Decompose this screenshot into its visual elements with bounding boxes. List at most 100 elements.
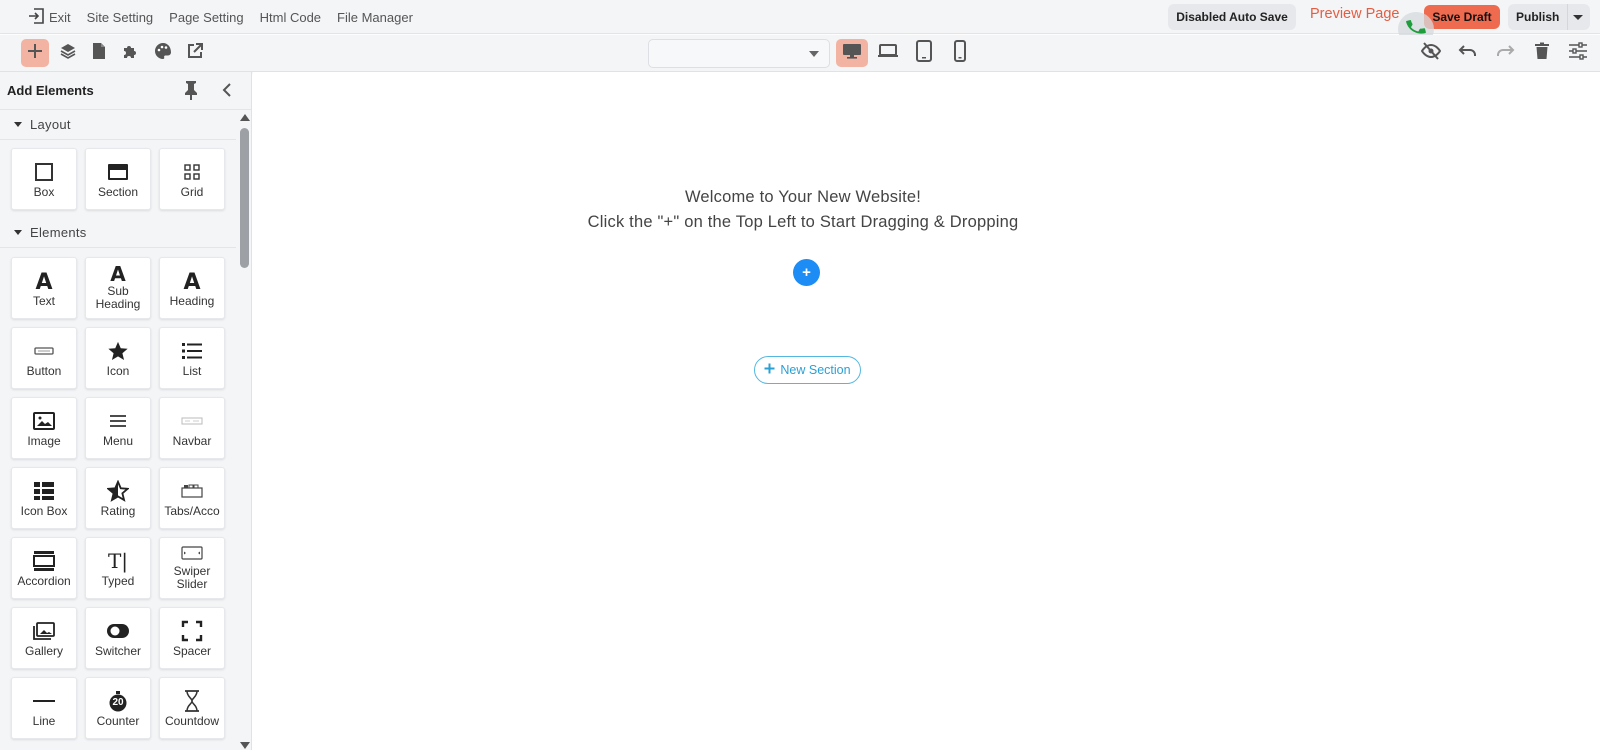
element-label: Typed xyxy=(101,575,135,588)
typed-icon: T| xyxy=(107,549,129,573)
element-section[interactable]: Section xyxy=(85,148,151,210)
publish-button[interactable]: Publish xyxy=(1508,4,1590,30)
element-gallery[interactable]: Gallery xyxy=(11,607,77,669)
element-label: Text xyxy=(32,295,55,308)
element-text[interactable]: A Text xyxy=(11,257,77,319)
publish-divider xyxy=(1567,4,1568,30)
save-draft-button[interactable]: Save Draft xyxy=(1424,5,1500,29)
top-menu-bar: Exit Site Setting Page Setting Html Code… xyxy=(0,0,1600,46)
element-accordion[interactable]: Accordion xyxy=(11,537,77,599)
navbar-icon xyxy=(181,410,203,432)
exit-icon xyxy=(28,7,46,27)
menu-html-code[interactable]: Html Code xyxy=(260,10,321,25)
hide-icon xyxy=(1420,41,1442,65)
gallery-icon xyxy=(33,620,55,642)
device-desktop-button[interactable] xyxy=(836,39,868,67)
element-line[interactable]: Line xyxy=(11,677,77,739)
device-laptop-button[interactable] xyxy=(872,39,904,67)
element-tabs[interactable]: Tabs/Acco xyxy=(159,467,225,529)
pin-icon[interactable] xyxy=(182,80,200,105)
counter-icon: 20 xyxy=(107,690,129,712)
menu-site-setting[interactable]: Site Setting xyxy=(87,10,154,25)
svg-text:A: A xyxy=(183,270,200,292)
element-list[interactable]: List xyxy=(159,327,225,389)
device-mobile-button[interactable] xyxy=(944,39,976,67)
new-section-button[interactable]: New Section xyxy=(754,356,861,384)
layout-section-header[interactable]: Layout xyxy=(0,110,236,140)
add-element-button[interactable]: + xyxy=(793,259,820,286)
settings-button[interactable] xyxy=(1564,39,1592,67)
scroll-thumb[interactable] xyxy=(240,128,249,268)
element-counter[interactable]: 20 Counter xyxy=(85,677,151,739)
menu-page-setting[interactable]: Page Setting xyxy=(169,10,243,25)
panel-scrollbar[interactable] xyxy=(238,110,251,750)
disabled-auto-save-button[interactable]: Disabled Auto Save xyxy=(1168,4,1296,30)
element-label: Grid xyxy=(180,186,204,199)
publish-dropdown-icon[interactable] xyxy=(1570,10,1586,24)
element-switcher[interactable]: Switcher xyxy=(85,607,151,669)
publish-label: Publish xyxy=(1516,10,1560,24)
element-box[interactable]: Box xyxy=(11,148,77,210)
exit-button[interactable]: Exit xyxy=(28,7,71,27)
redo-button[interactable] xyxy=(1491,39,1519,67)
add-elements-button[interactable] xyxy=(21,39,49,67)
image-icon xyxy=(33,410,55,432)
element-label: Image xyxy=(27,435,61,448)
pages-button[interactable] xyxy=(85,39,113,67)
add-elements-panel: Add Elements Layout Box Section Grid Ele… xyxy=(0,72,252,750)
mobile-icon xyxy=(953,39,967,67)
element-swiper-slider[interactable]: Swiper Slider xyxy=(159,537,225,599)
menu-file-manager[interactable]: File Manager xyxy=(337,10,413,25)
element-button[interactable]: Button xyxy=(11,327,77,389)
button-icon xyxy=(34,340,54,362)
element-navbar[interactable]: Navbar xyxy=(159,397,225,459)
element-grid[interactable]: Grid xyxy=(159,148,225,210)
element-sub-heading[interactable]: A Sub Heading xyxy=(85,257,151,319)
element-label: Sub Heading xyxy=(95,285,141,311)
element-heading[interactable]: A Heading xyxy=(159,257,225,319)
element-label: Swiper Slider xyxy=(173,565,211,591)
device-tablet-button[interactable] xyxy=(908,39,940,67)
scroll-up-icon[interactable] xyxy=(240,114,250,121)
panel-title: Add Elements xyxy=(7,83,94,98)
device-preset-select[interactable] xyxy=(648,39,830,68)
toggle-visibility-button[interactable] xyxy=(1417,39,1445,67)
caret-down-icon xyxy=(14,230,22,235)
spacer-icon xyxy=(181,620,203,642)
element-typed[interactable]: T| Typed xyxy=(85,537,151,599)
element-label: Box xyxy=(33,186,55,199)
grid-icon xyxy=(184,161,200,183)
element-icon-box[interactable]: Icon Box xyxy=(11,467,77,529)
scroll-down-icon[interactable] xyxy=(240,742,250,749)
line-icon xyxy=(32,690,56,712)
element-spacer[interactable]: Spacer xyxy=(159,607,225,669)
preview-page-link[interactable]: Preview Page xyxy=(1310,6,1399,22)
elements-section-header[interactable]: Elements xyxy=(0,218,236,248)
editor-canvas[interactable]: Welcome to Your New Website! Click the "… xyxy=(253,72,1600,750)
box-icon xyxy=(34,161,54,183)
delete-button[interactable] xyxy=(1528,39,1556,67)
external-link-icon xyxy=(186,42,204,65)
heading-icon: A xyxy=(182,270,202,292)
element-label: Gallery xyxy=(24,645,63,658)
plugins-button[interactable] xyxy=(116,39,144,67)
undo-button[interactable] xyxy=(1454,39,1482,67)
element-menu[interactable]: Menu xyxy=(85,397,151,459)
desktop-icon xyxy=(842,42,862,65)
element-image[interactable]: Image xyxy=(11,397,77,459)
welcome-line-2: Click the "+" on the Top Left to Start D… xyxy=(587,213,1019,231)
theme-button[interactable] xyxy=(149,39,177,67)
element-rating[interactable]: Rating xyxy=(85,467,151,529)
collapse-panel-icon[interactable] xyxy=(220,81,234,104)
element-label: Spacer xyxy=(172,645,212,658)
accordion-icon xyxy=(33,550,55,572)
settings-sliders-icon xyxy=(1568,41,1588,65)
open-external-button[interactable] xyxy=(181,39,209,67)
layers-button[interactable] xyxy=(54,39,82,67)
chevron-down-icon xyxy=(809,51,819,57)
svg-text:A: A xyxy=(35,270,52,292)
element-countdown[interactable]: Countdow xyxy=(159,677,225,739)
rating-icon xyxy=(107,480,129,502)
element-icon[interactable]: Icon xyxy=(85,327,151,389)
element-label: Icon xyxy=(106,365,130,378)
